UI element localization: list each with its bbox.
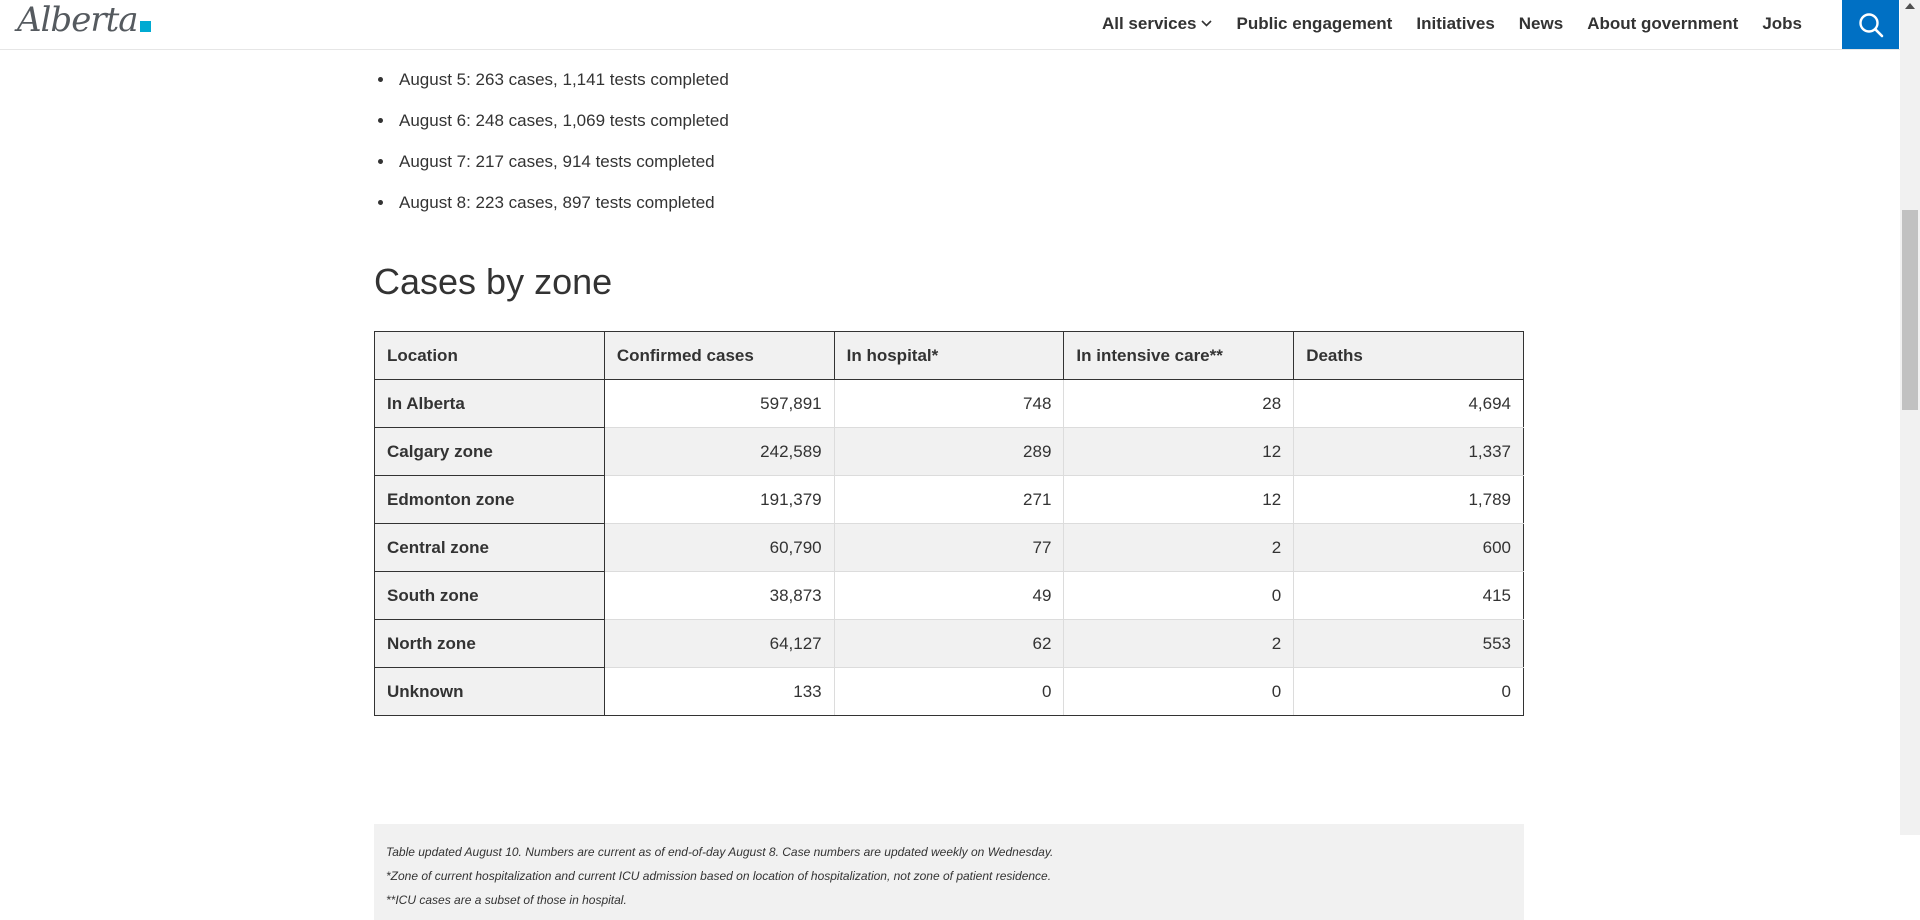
footnote-hospital-zone: *Zone of current hospitalization and cur… <box>386 869 1052 883</box>
nav-jobs[interactable]: Jobs <box>1762 14 1802 34</box>
footnote-icu: **ICU cases are a subset of those in hos… <box>386 893 627 907</box>
table-cell: 62 <box>833 619 1065 668</box>
table-cell: 0 <box>1063 667 1295 716</box>
table-row: Calgary zone 242,589 289 12 1,337 <box>374 427 1524 476</box>
search-button[interactable] <box>1842 0 1899 49</box>
nav-news[interactable]: News <box>1519 14 1563 34</box>
table-cell: 289 <box>833 427 1065 476</box>
list-item: August 5: 263 cases, 1,141 tests complet… <box>395 69 729 110</box>
row-header: Unknown <box>374 667 605 716</box>
table-row: Central zone 60,790 77 2 600 <box>374 523 1524 572</box>
table-cell: 242,589 <box>603 427 835 476</box>
table-cell: 133 <box>603 667 835 716</box>
table-cell: 60,790 <box>603 523 835 572</box>
nav-about-government[interactable]: About government <box>1587 14 1738 34</box>
table-row: North zone 64,127 62 2 553 <box>374 619 1524 668</box>
table-cell: 49 <box>833 571 1065 620</box>
table-cell: 64,127 <box>603 619 835 668</box>
table-cell: 597,891 <box>603 379 835 428</box>
column-header: In hospital* <box>833 331 1065 380</box>
table-cell: 0 <box>1063 571 1295 620</box>
column-header: In intensive care** <box>1063 331 1295 380</box>
column-header: Confirmed cases <box>603 331 835 380</box>
table-cell: 191,379 <box>603 475 835 524</box>
row-header: Edmonton zone <box>374 475 605 524</box>
table-cell: 2 <box>1063 619 1295 668</box>
test-results-list: August 5: 263 cases, 1,141 tests complet… <box>374 69 729 233</box>
table-cell: 1,789 <box>1293 475 1524 524</box>
table-cell: 28 <box>1063 379 1295 428</box>
table-cell: 12 <box>1063 475 1295 524</box>
page-scrollbar[interactable] <box>1900 0 1920 835</box>
table-cell: 271 <box>833 475 1065 524</box>
chevron-down-icon <box>1201 18 1213 30</box>
scroll-up-arrow-icon[interactable] <box>1905 3 1915 9</box>
table-cell: 553 <box>1293 619 1524 668</box>
list-item: August 6: 248 cases, 1,069 tests complet… <box>395 110 729 151</box>
nav-public-engagement[interactable]: Public engagement <box>1236 14 1392 34</box>
table-cell: 12 <box>1063 427 1295 476</box>
column-header: Deaths <box>1293 331 1524 380</box>
row-header: North zone <box>374 619 605 668</box>
table-cell: 77 <box>833 523 1065 572</box>
logo-square-icon <box>139 20 151 32</box>
search-icon <box>1858 12 1883 37</box>
row-header: Central zone <box>374 523 605 572</box>
site-header: Alberta All services Public engagement I… <box>0 0 1900 50</box>
cases-by-zone-table: Location Confirmed cases In hospital* In… <box>374 331 1524 716</box>
column-header: Location <box>374 331 605 380</box>
table-cell: 2 <box>1063 523 1295 572</box>
section-heading: Cases by zone <box>374 261 613 302</box>
list-item: August 7: 217 cases, 914 tests completed <box>395 151 729 192</box>
table-row: Unknown 133 0 0 0 <box>374 667 1524 716</box>
row-header: Calgary zone <box>374 427 605 476</box>
main-nav: All services Public engagement Initiativ… <box>1078 0 1802 47</box>
list-item: August 8: 223 cases, 897 tests completed <box>395 192 729 233</box>
table-cell: 4,694 <box>1293 379 1524 428</box>
logo-wordmark: Alberta <box>17 0 138 40</box>
table-cell: 748 <box>833 379 1065 428</box>
table-row: In Alberta 597,891 748 28 4,694 <box>374 379 1524 428</box>
table-row: Edmonton zone 191,379 271 12 1,789 <box>374 475 1524 524</box>
table-row: South zone 38,873 49 0 415 <box>374 571 1524 620</box>
row-header: In Alberta <box>374 379 605 428</box>
alberta-logo[interactable]: Alberta <box>17 0 151 40</box>
table-cell: 0 <box>833 667 1065 716</box>
table-footnotes: Table updated August 10. Numbers are cur… <box>374 824 1524 920</box>
table-cell: 600 <box>1293 523 1524 572</box>
table-cell: 1,337 <box>1293 427 1524 476</box>
scrollbar-thumb[interactable] <box>1902 210 1918 410</box>
nav-all-services-label: All services <box>1101 13 1197 33</box>
nav-all-services[interactable]: All services <box>1102 14 1213 34</box>
table-header-row: Location Confirmed cases In hospital* In… <box>374 331 1524 380</box>
nav-initiatives[interactable]: Initiatives <box>1416 14 1494 34</box>
table-cell: 38,873 <box>603 571 835 620</box>
table-cell: 415 <box>1293 571 1524 620</box>
table-cell: 0 <box>1293 667 1524 716</box>
row-header: South zone <box>374 571 605 620</box>
footnote-updated: Table updated August 10. Numbers are cur… <box>386 845 1054 859</box>
